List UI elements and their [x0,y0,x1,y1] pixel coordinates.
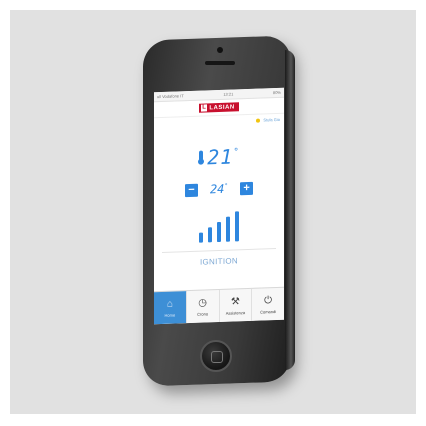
ambient-temperature: 21° [154,142,284,173]
tab-crono[interactable]: ◷ Crono [186,289,220,324]
device-name: Stufa Gio [263,116,280,123]
clock-icon: ◷ [198,296,207,309]
power-bar-3 [217,221,221,243]
tab-label: Crono [197,310,209,317]
thermometer-icon [198,150,205,165]
wrench-icon: ⚒ [230,295,240,308]
phone-edge [285,50,295,370]
brand-mark: L [201,104,208,112]
phone-screen: ull Vodafone IT 13:21 80% L LASIAN Stufa… [154,87,284,325]
stove-status: IGNITION [200,256,238,267]
power-bar-5 [235,211,239,242]
increase-temperature-button[interactable]: + [240,181,254,195]
sun-icon [256,118,261,123]
battery-label: 80% [272,89,281,96]
earpiece-speaker [205,61,235,65]
home-icon: ⌂ [166,298,173,310]
tab-home[interactable]: ⌂ Home [154,291,187,325]
brand-logo: L LASIAN [199,102,239,113]
power-bar-4 [226,216,230,242]
setpoint-value: 24° [209,181,229,197]
power-level-indicator[interactable] [154,206,284,245]
tab-assistenza[interactable]: ⚒ Assistenza [219,288,253,322]
power-bar-2 [208,227,212,243]
divider [162,248,276,253]
front-camera-icon [217,47,223,53]
carrier-label: ull Vodafone IT [157,93,184,100]
power-icon: ⏻ [264,294,273,306]
ambient-temperature-value: 21° [207,144,240,170]
clock-label: 13:21 [223,91,234,97]
brand-name: LASIAN [209,103,235,111]
decrease-temperature-button[interactable]: − [184,183,198,197]
home-button[interactable] [200,340,232,372]
tab-label: Home [164,312,176,318]
device-row: Stufa Gio [154,114,284,139]
setpoint-control: − 24° + [154,178,284,201]
bottom-tab-bar: ⌂ Home ◷ Crono ⚒ Assistenza ⏻ Comandi [154,286,284,325]
tab-label: Assistenza [225,309,246,316]
device-selector[interactable]: Stufa Gio [256,117,280,123]
tab-label: Comandi [260,308,277,315]
tab-comandi[interactable]: ⏻ Comandi [252,288,284,321]
power-bar-1 [199,232,203,243]
